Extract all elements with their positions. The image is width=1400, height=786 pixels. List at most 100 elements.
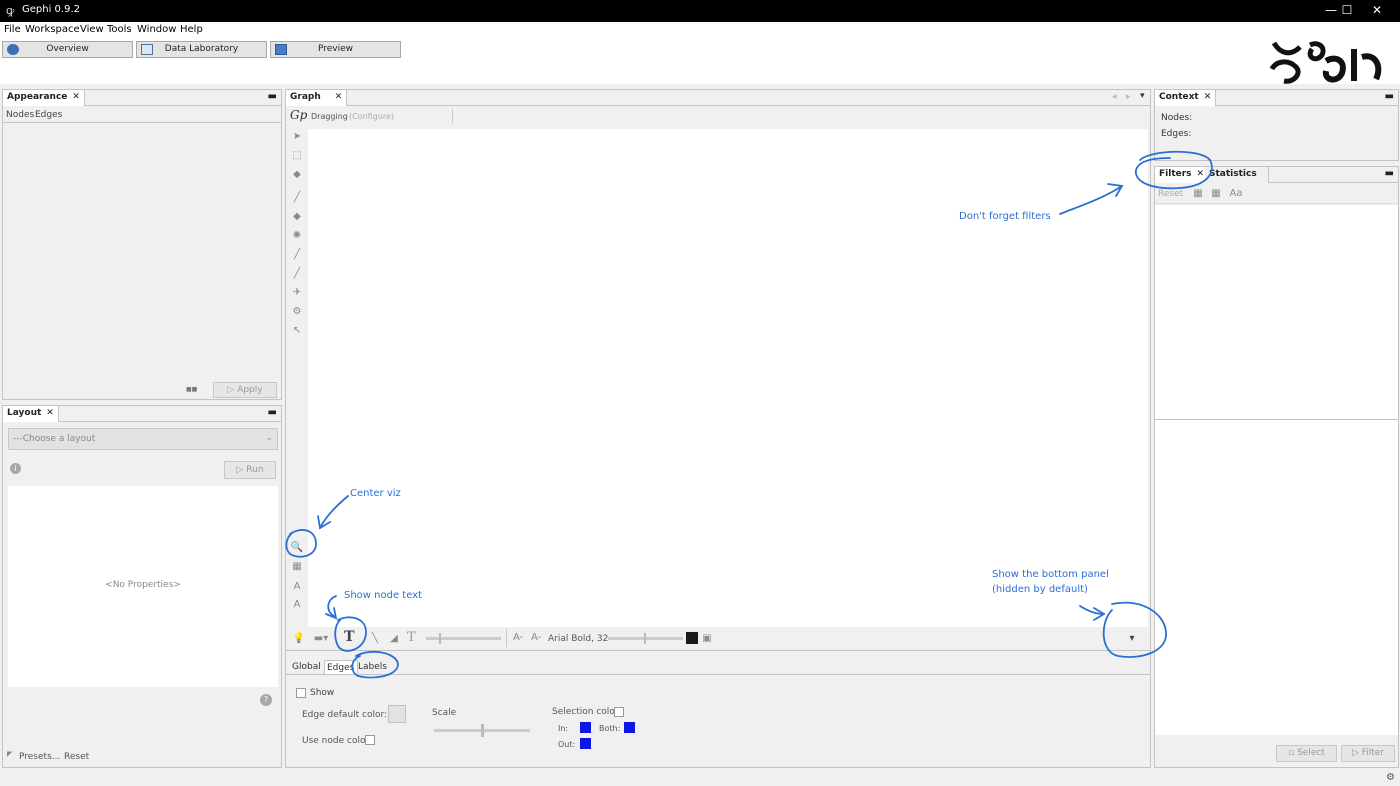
queries-area[interactable] (1155, 420, 1398, 735)
slider-thumb[interactable] (644, 633, 646, 644)
layout-select[interactable]: ---Choose a layout ⌄ (8, 428, 278, 450)
data-laboratory-button[interactable]: Data Laboratory (136, 41, 267, 58)
presets-link[interactable]: Presets... (19, 752, 60, 762)
menu-tools[interactable]: Tools (107, 24, 132, 35)
filters-tab-header: Filters ✕ Statistics ▬ (1155, 167, 1398, 183)
label-color-swatch[interactable] (686, 632, 698, 644)
menu-view[interactable]: View (80, 24, 104, 35)
font-size-slider[interactable] (608, 633, 683, 644)
show-checkbox[interactable] (296, 688, 306, 698)
preview-button[interactable]: Preview (270, 41, 401, 58)
label-size-slider[interactable] (426, 633, 501, 644)
close-icon[interactable]: ✕ (46, 408, 54, 418)
minimize-panel-icon[interactable]: ▬ (1385, 168, 1394, 179)
rect-select-icon[interactable]: ⬚ (290, 149, 304, 163)
notifications-icon[interactable]: ⚙ (1386, 772, 1395, 783)
show-label: Show (310, 688, 335, 698)
lightbulb-icon[interactable]: 💡 (292, 632, 306, 646)
filters-toolbar: Reset ▦ ▦ Aa (1155, 184, 1398, 204)
in-color-swatch[interactable] (580, 722, 591, 733)
configure-link[interactable]: (Configure) (349, 112, 394, 121)
tab-filters[interactable]: Filters ✕ (1155, 167, 1210, 183)
scale-slider[interactable] (434, 724, 530, 737)
edge-color-button[interactable] (388, 705, 406, 723)
close-icon[interactable]: ✕ (1204, 92, 1212, 102)
overview-button[interactable]: Overview (2, 41, 133, 58)
close-icon[interactable]: ✕ (1197, 169, 1205, 179)
text-scale-icon[interactable]: A (290, 598, 304, 612)
scroll-right-icon[interactable]: ▸ (1126, 92, 1131, 102)
tab-edges[interactable]: Edges (324, 660, 359, 674)
selection-color-checkbox[interactable] (614, 707, 624, 717)
font-selector[interactable]: Arial Bold, 32 (548, 634, 608, 644)
show-node-labels-icon[interactable]: T (344, 629, 354, 645)
slider-thumb[interactable] (439, 633, 441, 644)
subtab-nodes[interactable]: Nodes (6, 110, 34, 120)
tab-layout[interactable]: Layout ✕ (3, 406, 59, 422)
menu-help[interactable]: Help (180, 24, 203, 35)
shortest-path-icon[interactable]: ✈ (290, 286, 304, 300)
menu-window[interactable]: Window (137, 24, 176, 35)
screenshot-icon[interactable]: ▦ (290, 560, 304, 574)
tab-labels[interactable]: Labels (358, 662, 387, 672)
label-attributes-icon[interactable]: ▣ (700, 632, 714, 646)
divider (452, 109, 453, 123)
tab-graph[interactable]: Graph ✕ (286, 90, 348, 106)
both-color-swatch[interactable] (624, 722, 635, 733)
save-filter-icon[interactable]: ▦ (1191, 187, 1205, 201)
diamond-icon[interactable]: ◆ (290, 210, 304, 224)
graph-tab-header: Graph ✕ ◂ ▸ ▾ (286, 90, 1150, 106)
filters-reset-button[interactable]: Reset (1158, 189, 1183, 199)
brush-icon[interactable]: ╱ (290, 191, 304, 205)
use-node-color-label: Use node color (302, 736, 370, 746)
increase-font-icon[interactable]: A- (531, 632, 541, 643)
apply-button[interactable]: ▷ Apply (213, 382, 277, 398)
graph-mode-bar: Gp Dragging (Configure) (286, 107, 1150, 127)
text-size-icon[interactable]: A (290, 580, 304, 594)
slider-thumb[interactable] (481, 724, 484, 737)
minimize-panel-icon[interactable]: ▬ (268, 91, 277, 102)
minimize-panel-icon[interactable]: ▬ (268, 407, 277, 418)
graph-canvas[interactable] (308, 129, 1148, 627)
decrease-font-icon[interactable]: A- (513, 632, 523, 643)
close-button[interactable]: ✕ (1354, 0, 1400, 22)
menu-workspace[interactable]: Workspace (25, 24, 80, 35)
reset-link[interactable]: Reset (64, 752, 89, 762)
edge-pencil-icon[interactable]: ╱ (290, 267, 304, 281)
tab-menu-icon[interactable]: ▾ (1140, 91, 1145, 101)
menu-file[interactable]: File (4, 24, 21, 35)
subtab-edges[interactable]: Edges (35, 110, 62, 120)
screenshot-menu-icon[interactable]: ▬▾ (311, 632, 331, 646)
library-icon[interactable]: ▦ (1209, 187, 1223, 201)
tab-appearance[interactable]: Appearance ✕ (3, 90, 85, 106)
run-button[interactable]: ▷ Run (224, 461, 276, 479)
info-icon[interactable]: i (10, 463, 21, 474)
close-icon[interactable]: ✕ (335, 92, 343, 102)
center-viz-icon[interactable]: 🔍 (290, 541, 304, 555)
heat-map-icon[interactable]: ⚙ (290, 305, 304, 319)
filters-library[interactable] (1155, 205, 1398, 419)
out-color-swatch[interactable] (580, 738, 591, 749)
pencil-icon[interactable]: ╱ (290, 248, 304, 262)
close-icon[interactable]: ✕ (72, 92, 80, 102)
select-button[interactable]: ▫ Select (1276, 745, 1337, 762)
edge-label-size-icon[interactable]: ◢ (387, 632, 401, 646)
minimize-panel-icon[interactable]: ▬ (1385, 91, 1394, 102)
use-node-color-checkbox[interactable] (365, 735, 375, 745)
lasso-icon[interactable]: ◆ (290, 168, 304, 182)
tab-global[interactable]: Global (292, 662, 321, 672)
both-label: Both: (599, 724, 621, 733)
filter-button[interactable]: ▷ Filter (1341, 745, 1395, 762)
pointer-icon[interactable]: ➤ (290, 130, 304, 144)
edit-icon[interactable]: ↖ (290, 324, 304, 338)
tab-statistics[interactable]: Statistics (1205, 167, 1269, 183)
tab-context[interactable]: Context ✕ (1155, 90, 1217, 106)
label-font-icon[interactable]: T (407, 630, 416, 645)
edge-label-icon[interactable]: ╲ (368, 632, 382, 646)
text-filter-icon[interactable]: Aa (1229, 187, 1243, 201)
painter-icon[interactable]: ✺ (290, 229, 304, 243)
help-icon[interactable]: ? (260, 694, 272, 706)
scroll-left-icon[interactable]: ◂ (1112, 92, 1117, 102)
auto-apply-icon[interactable]: ■■ (186, 386, 197, 393)
show-bottom-panel-icon[interactable]: ▾ (1125, 632, 1139, 646)
